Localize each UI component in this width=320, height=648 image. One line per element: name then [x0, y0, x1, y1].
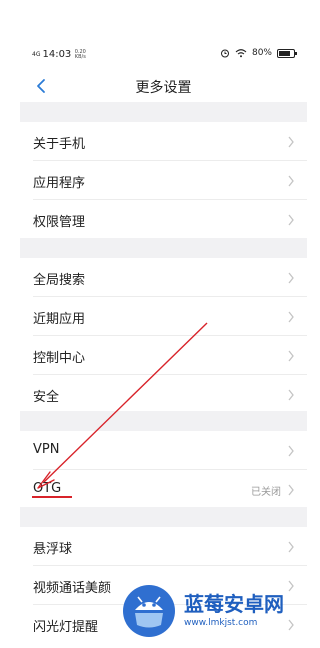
network-indicator: 4G: [32, 50, 41, 58]
settings-item-vpn[interactable]: VPN: [20, 431, 307, 470]
status-time: 14:03: [42, 49, 72, 60]
settings-item-g1-2[interactable]: 控制中心: [20, 336, 307, 375]
settings-item-g1-0[interactable]: 全局搜索: [20, 258, 307, 297]
network-speed: 0.20 KB/s: [74, 48, 86, 60]
settings-item-status: 已关闭: [251, 487, 281, 498]
title-bar: 更多设置: [20, 70, 307, 102]
settings-item-g0-1[interactable]: 应用程序: [20, 161, 307, 200]
annotation-underline: [32, 496, 72, 498]
settings-item-label: 视频通话美颜: [33, 581, 112, 596]
settings-item-g0-2[interactable]: 权限管理: [20, 200, 307, 239]
chevron-right-icon: [288, 541, 294, 553]
watermark-logo-icon: [123, 585, 175, 637]
watermark-url: www.lmkjst.com: [184, 618, 258, 628]
chevron-right-icon: [288, 136, 294, 148]
settings-item-label: VPN: [33, 442, 60, 457]
settings-item-label: OTG: [33, 481, 62, 496]
settings-item-label: 控制中心: [33, 351, 86, 366]
settings-item-label: 悬浮球: [33, 542, 73, 557]
settings-item-g3-0[interactable]: 悬浮球: [20, 527, 307, 566]
watermark: 蓝莓安卓网 www.lmkjst.com: [120, 580, 320, 648]
wifi-icon: [235, 49, 247, 58]
group-divider: [20, 102, 307, 122]
chevron-right-icon: [288, 175, 294, 187]
settings-item-g1-1[interactable]: 近期应用: [20, 297, 307, 336]
page-title: 更多设置: [135, 80, 192, 96]
settings-item-g0-0[interactable]: 关于手机: [20, 122, 307, 161]
group-divider: [20, 238, 307, 258]
settings-item-label: 闪光灯提醒: [33, 620, 99, 635]
settings-item-label: 应用程序: [33, 176, 86, 191]
settings-item-label: 关于手机: [33, 137, 86, 152]
alarm-icon: [220, 49, 229, 58]
group-divider: [20, 411, 307, 431]
settings-item-label: 权限管理: [33, 215, 86, 230]
settings-item-otg[interactable]: OTG 已关闭: [20, 470, 307, 509]
settings-item-label: 安全: [33, 390, 60, 405]
chevron-right-icon: [288, 484, 294, 496]
group-divider: [20, 507, 307, 527]
settings-item-label: 近期应用: [33, 312, 86, 327]
settings-item-label: 全局搜索: [33, 273, 86, 288]
battery-icon: [277, 48, 297, 58]
chevron-right-icon: [288, 350, 294, 362]
status-bar: 4G 14:03 0.20 KB/s 80%: [20, 40, 307, 70]
battery-percent: 80%: [251, 48, 272, 58]
settings-item-g1-3[interactable]: 安全: [20, 375, 307, 414]
watermark-title: 蓝莓安卓网: [184, 592, 284, 616]
chevron-right-icon: [288, 272, 294, 284]
chevron-right-icon: [288, 445, 294, 457]
chevron-right-icon: [288, 214, 294, 226]
phone-screen: 4G 14:03 0.20 KB/s 80% 更多设置 关于手机应用程序权限管理…: [20, 40, 307, 648]
chevron-right-icon: [288, 389, 294, 401]
chevron-right-icon: [288, 311, 294, 323]
